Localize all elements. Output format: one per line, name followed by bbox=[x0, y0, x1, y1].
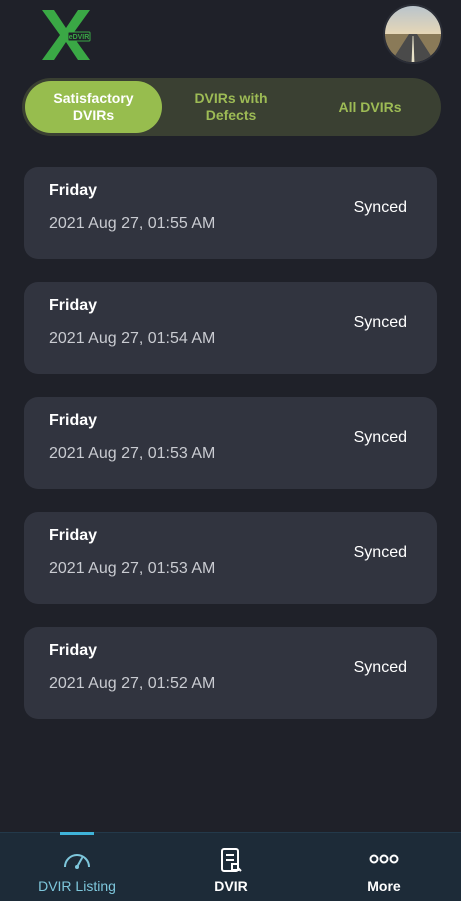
nav-label: More bbox=[367, 878, 401, 894]
dvir-record-card[interactable]: Friday 2021 Aug 27, 01:52 AM Synced bbox=[24, 627, 437, 719]
tab-dvirs-with-defects[interactable]: DVIRs with Defects bbox=[166, 78, 296, 136]
dvir-record-card[interactable]: Friday 2021 Aug 27, 01:55 AM Synced bbox=[24, 167, 437, 259]
active-tab-indicator bbox=[60, 832, 94, 835]
record-day: Friday bbox=[49, 527, 98, 544]
nav-label: DVIR Listing bbox=[38, 878, 116, 894]
nav-dvir[interactable]: DVIR bbox=[154, 833, 308, 901]
sync-status: Synced bbox=[353, 544, 407, 561]
gauge-icon bbox=[61, 847, 93, 876]
record-day: Friday bbox=[49, 642, 98, 659]
dvir-record-card[interactable]: Friday 2021 Aug 27, 01:53 AM Synced bbox=[24, 397, 437, 489]
dvir-record-card[interactable]: Friday 2021 Aug 27, 01:53 AM Synced bbox=[24, 512, 437, 604]
record-day: Friday bbox=[49, 297, 98, 314]
record-timestamp: 2021 Aug 27, 01:54 AM bbox=[49, 330, 216, 347]
document-icon bbox=[217, 847, 245, 880]
edvir-logo: eDVIR bbox=[38, 8, 94, 62]
sync-status: Synced bbox=[353, 659, 407, 676]
road-photo-icon bbox=[385, 6, 441, 62]
record-timestamp: 2021 Aug 27, 01:52 AM bbox=[49, 675, 216, 692]
dvir-record-card[interactable]: Friday 2021 Aug 27, 01:54 AM Synced bbox=[24, 282, 437, 374]
tab-all-dvirs[interactable]: All DVIRs bbox=[302, 78, 438, 136]
svg-text:eDVIR: eDVIR bbox=[69, 34, 90, 41]
sync-status: Synced bbox=[353, 314, 407, 331]
record-day: Friday bbox=[49, 182, 98, 199]
record-timestamp: 2021 Aug 27, 01:55 AM bbox=[49, 215, 216, 232]
bottom-nav: DVIR Listing DVIR More bbox=[0, 832, 461, 901]
filter-segmented-control: Satisfactory DVIRs DVIRs with Defects Al… bbox=[22, 78, 441, 136]
record-timestamp: 2021 Aug 27, 01:53 AM bbox=[49, 560, 216, 577]
nav-dvir-listing[interactable]: DVIR Listing bbox=[0, 832, 154, 901]
nav-more[interactable]: More bbox=[307, 833, 461, 901]
record-day: Friday bbox=[49, 412, 98, 429]
avatar[interactable] bbox=[385, 6, 441, 62]
record-timestamp: 2021 Aug 27, 01:53 AM bbox=[49, 445, 216, 462]
nav-label: DVIR bbox=[214, 878, 248, 894]
more-dots-icon bbox=[369, 847, 399, 876]
sync-status: Synced bbox=[353, 429, 407, 446]
sync-status: Synced bbox=[353, 199, 407, 216]
tab-satisfactory-dvirs[interactable]: Satisfactory DVIRs bbox=[25, 81, 162, 133]
